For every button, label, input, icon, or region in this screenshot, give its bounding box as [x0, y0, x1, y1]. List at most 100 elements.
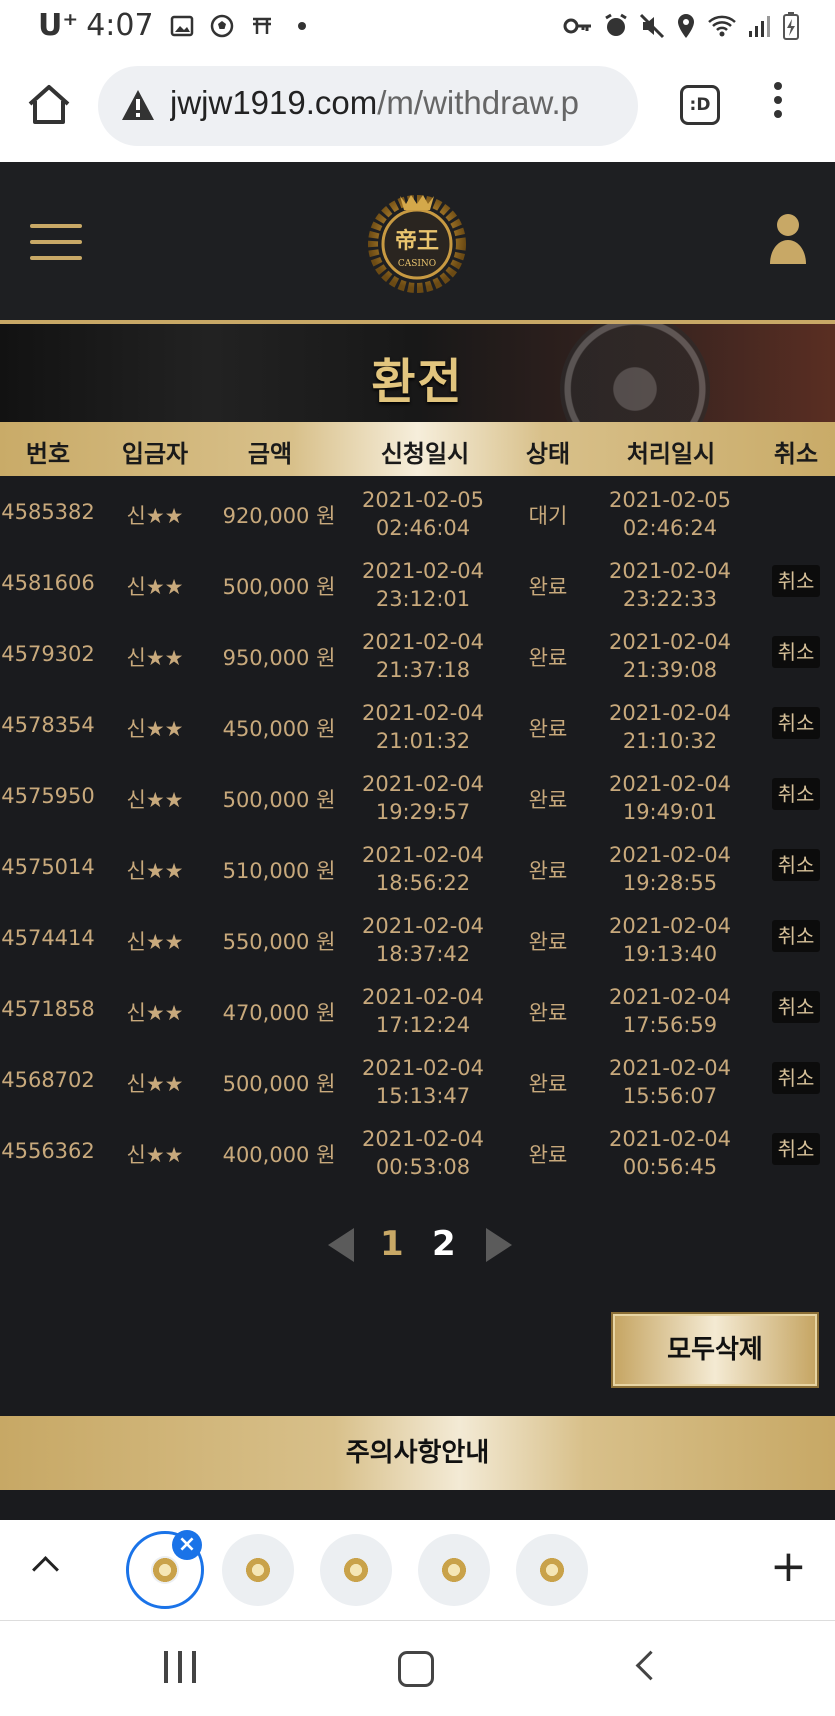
- add-tab-icon[interactable]: +: [770, 1542, 807, 1592]
- soccer-ball-icon: [210, 14, 233, 37]
- cell-status: 완료: [528, 717, 568, 741]
- tmap-icon: [252, 17, 271, 34]
- request-clock: 02:46:04: [375, 516, 471, 540]
- cancel-button[interactable]: 취소: [772, 707, 820, 739]
- tab-favicon: [538, 1556, 566, 1584]
- table-row: 4575950 신★★ 500,000 원 2021-02-04 19:29:57…: [0, 760, 835, 831]
- url-field[interactable]: jwjw1919.com/m/withdraw.p: [98, 66, 638, 146]
- cell-process-time: 2021-02-04 17:56:59: [597, 983, 743, 1039]
- process-date: 2021-02-04: [608, 843, 732, 867]
- cell-depositor: 신★★: [126, 930, 184, 954]
- cell-amount: 510,000 원: [222, 859, 336, 883]
- cell-status: 완료: [528, 788, 568, 812]
- cell-number: 4575014: [1, 855, 95, 879]
- cell-depositor: 신★★: [126, 504, 184, 528]
- cell-number: 4574414: [1, 926, 95, 950]
- request-date: 2021-02-04: [361, 843, 485, 867]
- cell-depositor: 신★★: [126, 1072, 184, 1096]
- cell-status: 완료: [528, 1143, 568, 1167]
- notice-area: [0, 1490, 835, 1520]
- cell-number: 4571858: [1, 997, 95, 1021]
- cell-depositor: 신★★: [126, 859, 184, 883]
- cell-request-time: 2021-02-04 23:12:01: [350, 557, 496, 613]
- cell-amount: 450,000 원: [222, 717, 336, 741]
- cell-process-time: 2021-02-04 19:28:55: [597, 841, 743, 897]
- svg-text:帝王: 帝王: [395, 228, 439, 254]
- request-clock: 21:37:18: [375, 658, 471, 682]
- column-header-number: 번호: [25, 440, 71, 468]
- cancel-button[interactable]: 취소: [772, 778, 820, 810]
- hamburger-menu-icon[interactable]: [30, 224, 82, 260]
- cell-amount: 500,000 원: [222, 575, 336, 599]
- cell-process-time: 2021-02-04 15:56:07: [597, 1054, 743, 1110]
- column-header-status: 상태: [525, 440, 571, 468]
- next-page-icon[interactable]: [486, 1228, 512, 1262]
- cell-process-time: 2021-02-04 21:39:08: [597, 628, 743, 684]
- request-clock: 19:29:57: [375, 800, 471, 824]
- tab-thumbnail[interactable]: [222, 1534, 294, 1606]
- warning-icon[interactable]: [120, 88, 156, 122]
- notification-dot-icon: [297, 21, 306, 30]
- cell-status: 완료: [528, 1072, 568, 1096]
- alarm-icon: [605, 13, 627, 36]
- process-date: 2021-02-04: [608, 559, 732, 583]
- recent-apps-icon[interactable]: [164, 1651, 198, 1683]
- svg-text:CASINO: CASINO: [398, 259, 436, 269]
- cell-number: 4575950: [1, 784, 95, 808]
- casino-logo[interactable]: 帝王 CASINO: [358, 182, 476, 300]
- cell-status: 완료: [528, 930, 568, 954]
- request-date: 2021-02-04: [361, 914, 485, 938]
- page-2-link[interactable]: 2: [432, 1224, 456, 1264]
- tab-thumbnail[interactable]: [516, 1534, 588, 1606]
- cell-amount: 400,000 원: [222, 1143, 336, 1167]
- cell-request-time: 2021-02-04 21:01:32: [350, 699, 496, 755]
- cancel-button[interactable]: 취소: [772, 636, 820, 668]
- home-icon[interactable]: [24, 80, 74, 130]
- vpn-key-icon: [563, 18, 591, 34]
- cancel-button[interactable]: 취소: [772, 1062, 820, 1094]
- table-row: 4571858 신★★ 470,000 원 2021-02-04 17:12:24…: [0, 973, 835, 1044]
- delete-all-button[interactable]: 모두삭제: [613, 1314, 817, 1386]
- process-clock: 19:28:55: [622, 871, 718, 895]
- home-nav-icon[interactable]: [398, 1651, 434, 1687]
- user-icon[interactable]: [770, 212, 806, 264]
- prev-page-icon[interactable]: [328, 1228, 354, 1262]
- cell-status: 완료: [528, 646, 568, 670]
- request-date: 2021-02-04: [361, 772, 485, 796]
- tab-favicon: [440, 1556, 468, 1584]
- clock: 4:07: [86, 8, 154, 43]
- table-header: 번호 입금자 금액 신청일시 상태 처리일시 취소: [0, 422, 835, 476]
- request-clock: 18:37:42: [375, 942, 471, 966]
- cancel-button[interactable]: 취소: [772, 565, 820, 597]
- more-menu-icon[interactable]: [768, 82, 788, 126]
- tab-thumbnail[interactable]: [418, 1534, 490, 1606]
- cell-number: 4556362: [1, 1139, 95, 1163]
- request-date: 2021-02-04: [361, 559, 485, 583]
- tab-favicon: [244, 1556, 272, 1584]
- cancel-button[interactable]: 취소: [772, 991, 820, 1023]
- tab-thumbnail[interactable]: [320, 1534, 392, 1606]
- cancel-button[interactable]: 취소: [772, 849, 820, 881]
- process-clock: 00:56:45: [622, 1155, 718, 1179]
- cell-request-time: 2021-02-04 19:29:57: [350, 770, 496, 826]
- page-1-link[interactable]: 1: [380, 1224, 404, 1264]
- process-clock: 21:10:32: [622, 729, 718, 753]
- url-text[interactable]: jwjw1919.com/m/withdraw.p: [170, 84, 626, 122]
- process-date: 2021-02-04: [608, 985, 732, 1009]
- cell-depositor: 신★★: [126, 788, 184, 812]
- cancel-button[interactable]: 취소: [772, 1133, 820, 1165]
- carrier-label: U⁺: [38, 8, 79, 43]
- cell-process-time: 2021-02-04 23:22:33: [597, 557, 743, 613]
- process-clock: 17:56:59: [622, 1013, 718, 1037]
- request-clock: 15:13:47: [375, 1084, 471, 1108]
- cancel-button[interactable]: 취소: [772, 920, 820, 952]
- chevron-up-icon[interactable]: [32, 1556, 59, 1583]
- request-clock: 17:12:24: [375, 1013, 471, 1037]
- close-tab-icon[interactable]: ×: [172, 1530, 202, 1560]
- url-path: /m/withdraw.p: [377, 84, 579, 121]
- notice-button[interactable]: 주의사항안내: [0, 1416, 835, 1490]
- tab-switcher-button[interactable]: :D: [680, 85, 720, 125]
- status-bar: U⁺ 4:07: [0, 0, 835, 52]
- cell-request-time: 2021-02-04 15:13:47: [350, 1054, 496, 1110]
- back-icon[interactable]: [635, 1650, 666, 1681]
